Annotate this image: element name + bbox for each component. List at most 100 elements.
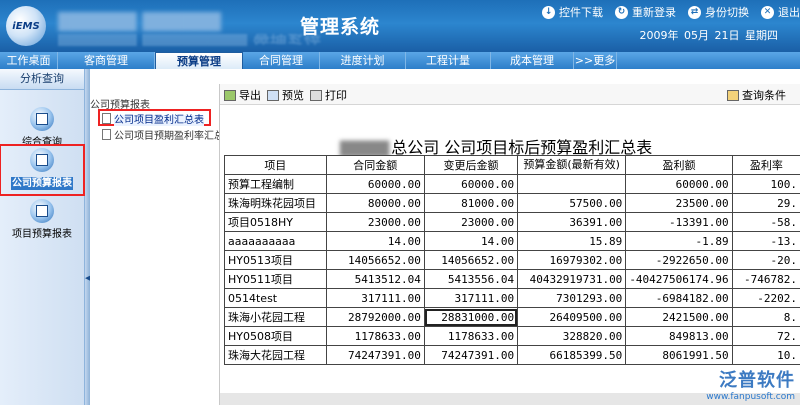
table-cell-value: 100. xyxy=(731,174,800,194)
print-button[interactable]: 打印 xyxy=(310,87,347,103)
tab-measurement[interactable]: 工程计量 xyxy=(406,52,491,69)
table-cell-value: 23500.00 xyxy=(625,193,733,213)
table-cell-value: -40427506174.96 xyxy=(625,269,733,289)
table-row: 珠海明珠花园项目 80000.00 81000.00 57500.00 23500.00… xyxy=(224,193,800,213)
col-header-profit: 盈利额 xyxy=(625,155,733,175)
table-cell-value: 14056652.00 xyxy=(423,250,519,270)
export-button[interactable]: 导出 xyxy=(224,87,261,103)
table-cell-value: 8. xyxy=(731,307,800,327)
preview-icon xyxy=(267,89,279,101)
col-header-changed-amount: 变更后金额 xyxy=(423,155,519,175)
table-row: HY0513项目 14056652.00 14056652.00 16979302.0… xyxy=(224,250,800,270)
table-cell-value: 14.00 xyxy=(423,231,519,251)
relogin-icon: ↻ xyxy=(615,5,628,19)
table-cell-value: 72. xyxy=(731,326,800,346)
tab-budget[interactable]: 预算管理 xyxy=(155,52,243,69)
left-item-general-query[interactable]: 综合查询 xyxy=(0,107,84,148)
relogin-link[interactable]: ↻ 重新登录 xyxy=(615,4,676,20)
download-link[interactable]: ↓ 控件下载 xyxy=(542,4,603,20)
app-logo: iEMS xyxy=(6,6,46,46)
table-cell-value: 74247391.00 xyxy=(423,345,519,365)
table-cell-project: 珠海小花园工程 xyxy=(224,307,327,327)
table-cell-value: 26409500.00 xyxy=(517,307,627,327)
table-cell-project: 珠海明珠花园项目 xyxy=(224,193,327,213)
tab-schedule[interactable]: 进度计划 xyxy=(320,52,406,69)
switch-identity-link[interactable]: ⇄ 身份切换 xyxy=(688,4,749,20)
tree-item-expected-profit-rate[interactable]: 公司项目预期盈利率汇总 xyxy=(102,127,224,142)
table-cell-value: -6984182.00 xyxy=(625,288,733,308)
tab-cost[interactable]: 成本管理 xyxy=(491,52,574,69)
left-panel-title: 分析查询 xyxy=(0,69,84,90)
print-icon xyxy=(310,89,322,101)
table-row: 珠海大花园工程 74247391.00 74247391.00 66185399.50… xyxy=(224,345,800,365)
table-cell-value: 40432919731.00 xyxy=(517,269,627,289)
tab-clients[interactable]: 客商管理 xyxy=(58,52,155,69)
table-cell-value: 328820.00 xyxy=(517,326,627,346)
query-conditions-button[interactable]: 查询条件 xyxy=(727,87,786,103)
table-cell-value: 5413556.04 xyxy=(423,269,519,289)
table-header-row: 项目 合同金额 变更后金额 预算金额(最新有效) 盈利额 盈利率 xyxy=(224,155,800,175)
header-links: ↓ 控件下载 ↻ 重新登录 ⇄ 身份切换 ✕ 退出 xyxy=(542,4,800,20)
table-cell-project: 预算工程编制 xyxy=(224,174,327,194)
table-cell-value: 10. xyxy=(731,345,800,365)
table-cell-value: -1.89 xyxy=(625,231,733,251)
left-panel: 分析查询 综合查询 公司预算报表 项目预算报表 xyxy=(0,69,85,405)
exit-link[interactable]: ✕ 退出 xyxy=(761,4,800,20)
table-cell-value: 23000.00 xyxy=(325,212,425,232)
table-cell-value: 60000.00 xyxy=(325,174,425,194)
table-cell-value: -20. xyxy=(731,250,800,270)
tab-workspace[interactable]: 工作桌面 xyxy=(0,52,58,69)
tree-item-profit-summary[interactable]: 公司项目盈利汇总表 xyxy=(102,111,204,126)
watermark-logo: 泛普软件 www.fanpusoft.com xyxy=(706,370,795,402)
title-reflection: ██████ ████████ 管理系统 xyxy=(58,34,321,45)
col-header-project: 项目 xyxy=(224,155,327,175)
report-icon xyxy=(30,148,54,172)
table-cell-value: 80000.00 xyxy=(325,193,425,213)
table-cell-value: 29. xyxy=(731,193,800,213)
left-item-project-budget-report[interactable]: 项目预算报表 xyxy=(0,199,84,240)
people-query-icon xyxy=(30,107,54,131)
table-cell-value: 28792000.00 xyxy=(325,307,425,327)
table-row: 珠海小花园工程 28792000.00 28831000.00 26409500.00… xyxy=(224,307,800,327)
exit-icon: ✕ xyxy=(761,5,774,19)
col-header-budget-amount: 预算金额(最新有效) xyxy=(517,155,627,175)
table-cell-value: -58. xyxy=(731,212,800,232)
table-cell-value: 15.89 xyxy=(517,231,627,251)
table-cell-value: 14056652.00 xyxy=(325,250,425,270)
col-header-contract-amount: 合同金额 xyxy=(325,155,425,175)
table-row: 0514test 317111.00 317111.00 7301293.00 -698… xyxy=(224,288,800,308)
switch-identity-icon: ⇄ xyxy=(688,5,701,19)
app-header: iEMS ██████ ██████ 管理系统 ██████ ████████ … xyxy=(0,0,800,52)
table-cell-project: HY0508项目 xyxy=(224,326,327,346)
table-cell-value: -13. xyxy=(731,231,800,251)
table-cell-value: 60000.00 xyxy=(625,174,733,194)
current-date: 2009年 05月 21日 星期四 xyxy=(639,29,778,42)
table-cell-value: 8061991.50 xyxy=(625,345,733,365)
table-cell-value: -2202. xyxy=(731,288,800,308)
table-cell-value: 57500.00 xyxy=(517,193,627,213)
table-cell-value: 14.00 xyxy=(325,231,425,251)
table-cell-value: 60000.00 xyxy=(423,174,519,194)
table-cell-value: 5413512.04 xyxy=(325,269,425,289)
preview-button[interactable]: 预览 xyxy=(267,87,304,103)
table-cell-value: -2922650.00 xyxy=(625,250,733,270)
table-cell-project: 0514test xyxy=(224,288,327,308)
table-cell-value: -13391.00 xyxy=(625,212,733,232)
table-cell-project: aaaaaaaaaa xyxy=(224,231,327,251)
table-cell-value: 36391.00 xyxy=(517,212,627,232)
table-row: HY0511项目 5413512.04 5413556.04 40432919731.… xyxy=(224,269,800,289)
tab-contracts[interactable]: 合同管理 xyxy=(243,52,320,69)
tab-more[interactable]: >>更多 xyxy=(574,52,617,69)
report-content: 导出 预览 打印 查询条件 ▇▇▇▇ 总公司 公司项目标后预算盈利汇总表 项目 合… xyxy=(219,84,800,405)
table-row: 项目0518HY 23000.00 23000.00 36391.00 -13391.0… xyxy=(224,212,800,232)
main-nav: 工作桌面 客商管理 预算管理 合同管理 进度计划 工程计量 成本管理 >>更多 xyxy=(0,52,800,69)
table-cell-value xyxy=(517,174,627,194)
table-cell-value: 1178633.00 xyxy=(423,326,519,346)
table-cell-project: HY0513项目 xyxy=(224,250,327,270)
left-item-company-budget-report[interactable]: 公司预算报表 xyxy=(0,144,85,196)
report-tree: 公司预算报表 公司项目盈利汇总表 公司项目预期盈利率汇总 xyxy=(90,92,224,405)
table-cell-value: 28831000.00 xyxy=(423,307,519,327)
report-toolbar: 导出 预览 打印 查询条件 xyxy=(220,84,800,105)
table-cell-value: 849813.00 xyxy=(625,326,733,346)
table-cell-value: 74247391.00 xyxy=(325,345,425,365)
